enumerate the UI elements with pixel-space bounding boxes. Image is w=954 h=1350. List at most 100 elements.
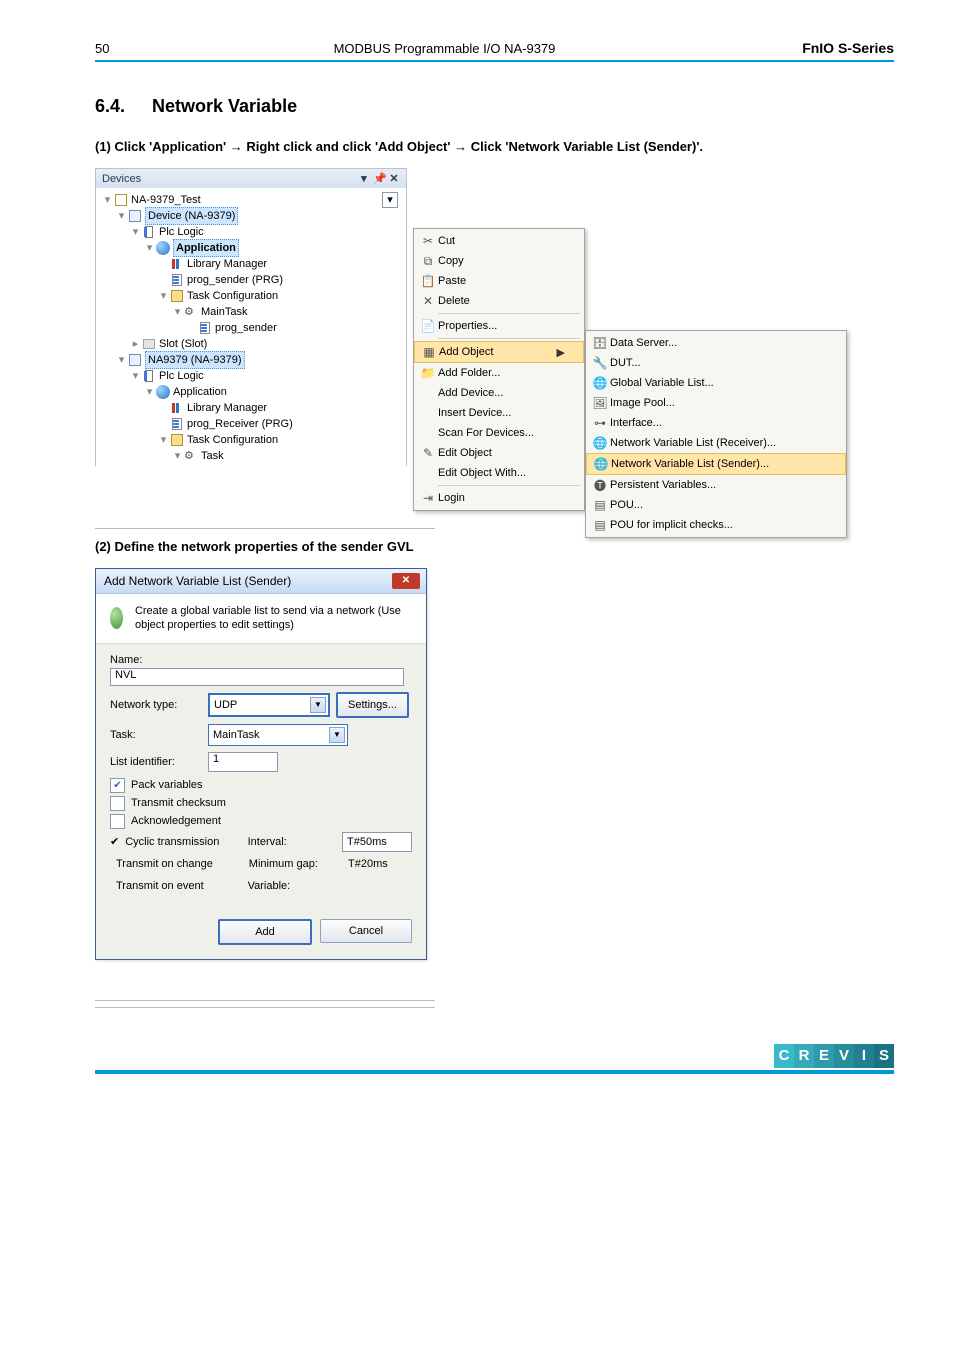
edit-icon: ✎ [418, 446, 438, 460]
context-menu-addobject[interactable]: 🗄Data Server... 🔧DUT... 🌐Global Variable… [585, 330, 847, 538]
devices-panel: Devices ▾ 📌 ✕ ▾NA-9379_Test▾ ▾Device (NA… [95, 168, 407, 466]
menu-copy[interactable]: ⧉Copy [414, 251, 584, 271]
onchange-label: Transmit on change [116, 858, 213, 870]
mingap-value: T#20ms [344, 855, 412, 873]
tree-application-1[interactable]: Application [173, 239, 239, 257]
submenu-pou-implicit[interactable]: ▤POU for implicit checks... [586, 515, 846, 535]
chevron-down-icon: ▼ [310, 697, 326, 713]
tree-prog-sender-inst[interactable]: prog_sender [215, 320, 277, 336]
nettype-combo[interactable]: UDP▼ [208, 693, 330, 717]
nettype-label: Network type: [110, 699, 202, 711]
tree-application-2[interactable]: Application [173, 384, 227, 400]
menu-scan-devices[interactable]: Scan For Devices... [414, 423, 584, 443]
dialog-close-button[interactable]: ✕ [392, 573, 420, 589]
header-series: FnIO S-Series [734, 40, 894, 56]
submenu-pou[interactable]: ▤POU... [586, 495, 846, 515]
step-2: (2) Define the network properties of the… [95, 539, 894, 554]
delete-icon: ✕ [418, 294, 438, 308]
tree-prog-sender[interactable]: prog_sender (PRG) [187, 272, 283, 288]
submenu-interface[interactable]: ⊶Interface... [586, 413, 846, 433]
cancel-button[interactable]: Cancel [320, 919, 412, 943]
dataserver-icon: 🗄 [590, 336, 610, 350]
menu-edit-object[interactable]: ✎Edit Object [414, 443, 584, 463]
tree-device-2[interactable]: NA9379 (NA-9379) [145, 351, 245, 369]
menu-add-folder[interactable]: 📁Add Folder... [414, 363, 584, 383]
name-input[interactable]: NVL [110, 668, 404, 686]
section-title: Network Variable [152, 96, 297, 116]
add-object-icon: ▦ [419, 345, 439, 359]
step-1: (1) Click 'Application' → Right click an… [95, 139, 894, 154]
cut-icon: ✂ [418, 234, 438, 248]
login-icon: ⇥ [418, 491, 438, 505]
submenu-nvl-receiver[interactable]: 🌐Network Variable List (Receiver)... [586, 433, 846, 453]
menu-edit-object-with[interactable]: Edit Object With... [414, 463, 584, 483]
tree-device-1[interactable]: Device (NA-9379) [145, 207, 238, 225]
divider [95, 1000, 435, 1001]
ack-checkbox[interactable]: Acknowledgement [110, 814, 412, 829]
listid-label: List identifier: [110, 756, 202, 768]
persist-icon: 🅣 [590, 477, 610, 494]
submenu-dut[interactable]: 🔧DUT... [586, 353, 846, 373]
tree-project[interactable]: NA-9379_Test [131, 192, 201, 208]
menu-paste[interactable]: 📋Paste [414, 271, 584, 291]
tree-taskcfg-2[interactable]: Task Configuration [187, 432, 278, 448]
tree-task-2[interactable]: Task [201, 448, 224, 464]
menu-add-device[interactable]: Add Device... [414, 383, 584, 403]
divider [95, 1007, 435, 1008]
panel-close-icon[interactable]: ✕ [388, 172, 400, 185]
name-label: Name: [110, 654, 412, 666]
page-header: 50 MODBUS Programmable I/O NA-9379 FnIO … [95, 40, 894, 62]
paste-icon: 📋 [418, 274, 438, 288]
devices-panel-title: Devices [102, 173, 141, 185]
header-title: MODBUS Programmable I/O NA-9379 [155, 41, 734, 56]
tree-plclogic-2[interactable]: Plc Logic [159, 368, 204, 384]
menu-delete[interactable]: ✕Delete [414, 291, 584, 311]
interface-icon: ⊶ [590, 416, 610, 430]
copy-icon: ⧉ [418, 254, 438, 269]
variable-label: Variable: [248, 880, 334, 892]
cyclic-checkbox[interactable]: ✔ [110, 835, 119, 848]
tree-prog-recv-inst[interactable]: prog_Receiver [215, 464, 287, 466]
pou-icon: ▤ [590, 498, 610, 512]
add-button[interactable]: Add [218, 919, 312, 945]
menu-login[interactable]: ⇥Login [414, 488, 584, 508]
tree-prog-recv[interactable]: prog_Receiver (PRG) [187, 416, 293, 432]
tree-taskcfg-1[interactable]: Task Configuration [187, 288, 278, 304]
context-menu-main[interactable]: ✂Cut ⧉Copy 📋Paste ✕Delete 📄Properties...… [413, 228, 585, 511]
submenu-dataserver[interactable]: 🗄Data Server... [586, 333, 846, 353]
device-tree[interactable]: ▾NA-9379_Test▾ ▾Device (NA-9379) ▾Plc Lo… [96, 188, 406, 466]
menu-cut[interactable]: ✂Cut [414, 231, 584, 251]
tree-libmgr-2[interactable]: Library Manager [187, 400, 267, 416]
panel-menu-icon[interactable]: ▾ [358, 172, 370, 185]
submenu-nvl-sender[interactable]: 🌐Network Variable List (Sender)... [586, 453, 846, 475]
nvl-icon [108, 605, 125, 631]
submenu-persistent[interactable]: 🅣Persistent Variables... [586, 475, 846, 495]
menu-add-object[interactable]: ▦Add Object▶ [414, 341, 584, 363]
task-combo[interactable]: MainTask▼ [208, 724, 348, 746]
settings-button[interactable]: Settings... [336, 692, 409, 718]
tree-libmgr-1[interactable]: Library Manager [187, 256, 267, 272]
checksum-checkbox[interactable]: Transmit checksum [110, 796, 412, 811]
tree-plclogic-1[interactable]: Plc Logic [159, 224, 204, 240]
crevis-logo: C R E V I S [774, 1044, 894, 1068]
menu-properties[interactable]: 📄Properties... [414, 316, 584, 336]
gvl-icon: 🌐 [590, 376, 610, 390]
tree-slot-1[interactable]: Slot (Slot) [159, 336, 207, 352]
panel-pin-icon[interactable]: 📌 [373, 172, 385, 185]
page-number: 50 [95, 41, 155, 56]
listid-input[interactable]: 1 [208, 752, 278, 772]
dialog-title: Add Network Variable List (Sender) [104, 574, 291, 588]
tree-maintask[interactable]: MainTask [201, 304, 247, 320]
pack-checkbox[interactable]: ✔Pack variables [110, 778, 412, 793]
interval-input[interactable]: T#50ms [342, 832, 412, 852]
section-heading: 6.4. Network Variable [95, 96, 894, 117]
tree-combo-icon[interactable]: ▾ [382, 192, 398, 208]
section-number: 6.4. [95, 96, 147, 117]
submenu-gvl[interactable]: 🌐Global Variable List... [586, 373, 846, 393]
nvl-recv-icon: 🌐 [590, 436, 610, 450]
dialog-banner-text: Create a global variable list to send vi… [135, 604, 414, 633]
chevron-down-icon: ▼ [329, 727, 345, 743]
dut-icon: 🔧 [590, 356, 610, 370]
submenu-imgpool[interactable]: 🖼Image Pool... [586, 393, 846, 413]
menu-insert-device[interactable]: Insert Device... [414, 403, 584, 423]
